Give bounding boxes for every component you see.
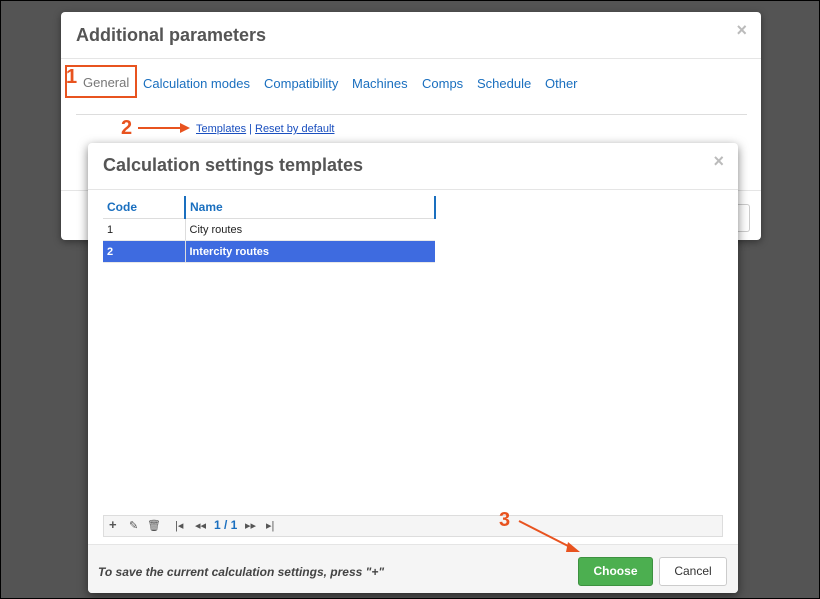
cell-name: Intercity routes — [185, 240, 435, 263]
prev-page-icon[interactable]: ◂◂ — [195, 519, 206, 532]
tab-other[interactable]: Other — [545, 76, 578, 91]
callout-number-2: 2 — [121, 117, 133, 139]
callout-number-3: 3 — [499, 509, 511, 531]
dialog-footer: To save the current calculation settings… — [88, 544, 738, 593]
first-page-icon[interactable]: |◂ — [175, 519, 183, 532]
next-page-icon[interactable]: ▸▸ — [245, 519, 256, 532]
last-page-icon[interactable]: ▸| — [266, 519, 274, 532]
divider — [61, 58, 761, 59]
divider — [88, 189, 738, 190]
table-row-selected[interactable]: 2 Intercity routes — [103, 240, 435, 263]
back-dialog-button-edge — [737, 204, 750, 232]
dialog-title: Additional parameters — [76, 25, 267, 45]
close-icon[interactable]: × — [736, 20, 747, 41]
link-separator: | — [249, 123, 252, 135]
tab-comps[interactable]: Comps — [422, 76, 463, 91]
reset-by-default-link[interactable]: Reset by default — [255, 123, 335, 135]
dialog-title: Calculation settings templates — [103, 155, 364, 175]
delete-icon[interactable]: 🗑 — [147, 519, 161, 532]
cell-code: 1 — [103, 218, 186, 241]
callout-arrow-3 — [518, 520, 580, 552]
templates-table: Code Name 1 City routes 2 Intercity rout… — [103, 196, 436, 263]
table-toolbar: + ✎ 🗑 |◂ ◂◂ 1 / 1 ▸▸ ▸| — [103, 515, 723, 537]
table-row[interactable]: 1 City routes — [103, 218, 435, 241]
tab-compatibility[interactable]: Compatibility — [264, 76, 338, 91]
page-indicator: 1 / 1 — [214, 518, 238, 532]
cell-code: 2 — [103, 240, 186, 263]
tab-machines[interactable]: Machines — [352, 76, 408, 91]
choose-button[interactable]: Choose — [578, 557, 653, 586]
tab-calculation-modes[interactable]: Calculation modes — [143, 76, 250, 91]
save-hint-text: To save the current calculation settings… — [98, 565, 385, 579]
table-header-row: Code Name — [103, 196, 436, 219]
tab-bar: General Calculation modes Compatibility … — [65, 65, 747, 115]
callout-number-1: 1 — [66, 66, 78, 88]
edit-icon[interactable]: ✎ — [129, 519, 138, 532]
add-icon[interactable]: + — [109, 517, 117, 532]
close-icon[interactable]: × — [713, 151, 724, 172]
templates-link[interactable]: Templates — [196, 123, 246, 135]
cell-name: City routes — [185, 218, 435, 241]
template-links: Templates | Reset by default — [196, 123, 335, 135]
cancel-button[interactable]: Cancel — [659, 557, 727, 586]
column-header-name[interactable]: Name — [185, 196, 436, 219]
tab-schedule[interactable]: Schedule — [477, 76, 531, 91]
column-header-code[interactable]: Code — [103, 196, 186, 219]
callout-arrow-2 — [138, 123, 190, 133]
calculation-settings-templates-dialog: Calculation settings templates × Code Na… — [88, 143, 738, 593]
